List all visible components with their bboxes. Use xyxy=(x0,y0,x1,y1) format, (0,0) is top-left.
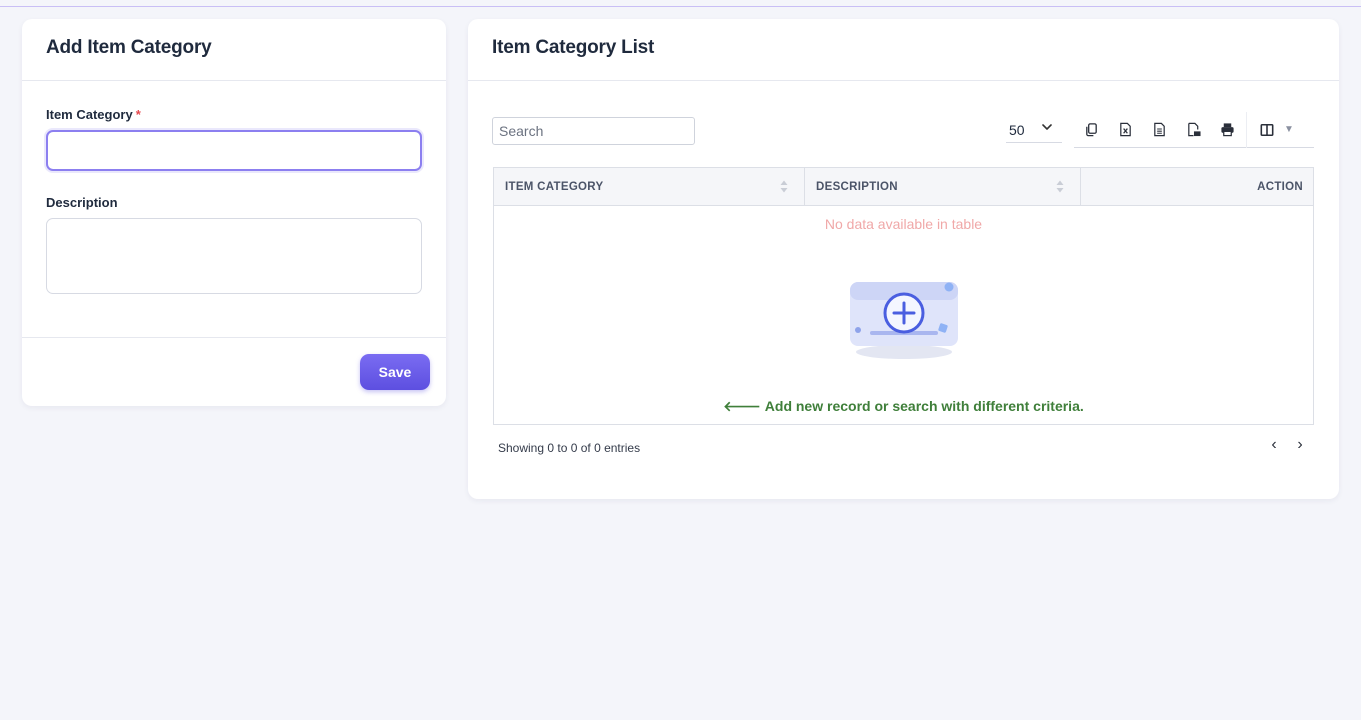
empty-state-hint-text: Add new record or search with different … xyxy=(764,398,1084,414)
column-header-action-label: ACTION xyxy=(1257,180,1303,193)
excel-icon xyxy=(1119,122,1131,137)
list-card-title: Item Category List xyxy=(492,37,655,58)
save-button[interactable]: Save xyxy=(360,354,430,390)
excel-button[interactable] xyxy=(1108,113,1142,147)
description-textarea[interactable] xyxy=(46,218,422,294)
column-header-item-category[interactable]: ITEM CATEGORY xyxy=(494,168,805,205)
search-input[interactable] xyxy=(492,117,695,145)
page-length-value: 50 xyxy=(1009,121,1025,138)
sort-icon xyxy=(1056,180,1064,193)
print-button[interactable] xyxy=(1210,113,1244,147)
item-category-label-text: Item Category xyxy=(46,107,133,122)
column-visibility-button[interactable]: ▼ xyxy=(1247,113,1307,147)
table-header: ITEM CATEGORY DESCRIPTION ACTION xyxy=(494,168,1313,206)
csv-icon xyxy=(1153,122,1165,137)
empty-state-hint: 🡐 Add new record or search with different… xyxy=(494,398,1313,415)
columns-icon xyxy=(1260,123,1274,136)
list-card-header: Item Category List xyxy=(468,19,1339,81)
add-form-body: Item Category * Description xyxy=(22,81,446,338)
previous-page-button[interactable]: ‹ xyxy=(1268,436,1280,454)
item-category-label: Item Category * xyxy=(46,107,422,122)
item-category-input[interactable] xyxy=(46,130,422,171)
page-length-select[interactable]: 50 xyxy=(1006,117,1062,143)
column-header-item-category-label: ITEM CATEGORY xyxy=(505,180,604,193)
required-mark: * xyxy=(135,107,141,122)
arrow-left-icon: 🡐 xyxy=(723,398,761,414)
add-form-footer: Save xyxy=(22,338,446,405)
copy-button[interactable] xyxy=(1074,113,1108,147)
next-page-button[interactable]: › xyxy=(1294,436,1306,454)
add-card-title: Add Item Category xyxy=(46,37,212,58)
item-category-table: ITEM CATEGORY DESCRIPTION ACTION No data… xyxy=(493,167,1314,425)
column-header-description[interactable]: DESCRIPTION xyxy=(805,168,1081,205)
sort-icon xyxy=(780,180,788,193)
copy-icon xyxy=(1085,123,1097,137)
chevron-down-icon xyxy=(1042,124,1052,130)
caret-down-icon: ▼ xyxy=(1284,124,1294,135)
item-category-list-card: Item Category List 50 xyxy=(468,19,1339,499)
pdf-icon xyxy=(1187,122,1201,137)
empty-table-message: No data available in table xyxy=(824,216,983,232)
print-icon xyxy=(1220,123,1234,137)
column-header-action: ACTION xyxy=(1081,168,1313,205)
empty-state-illustration xyxy=(850,282,958,359)
column-header-description-label: DESCRIPTION xyxy=(816,180,898,193)
csv-button[interactable] xyxy=(1142,113,1176,147)
pagination: ‹ › xyxy=(1268,436,1306,454)
description-label: Description xyxy=(46,195,118,210)
pdf-button[interactable] xyxy=(1176,113,1210,147)
export-toolbar: ▼ xyxy=(1074,111,1314,148)
add-item-category-card: Add Item Category Item Category * Descrip… xyxy=(22,19,446,406)
table-info: Showing 0 to 0 of 0 entries xyxy=(498,441,641,455)
add-card-header: Add Item Category xyxy=(22,19,446,81)
top-bar xyxy=(0,0,1361,7)
